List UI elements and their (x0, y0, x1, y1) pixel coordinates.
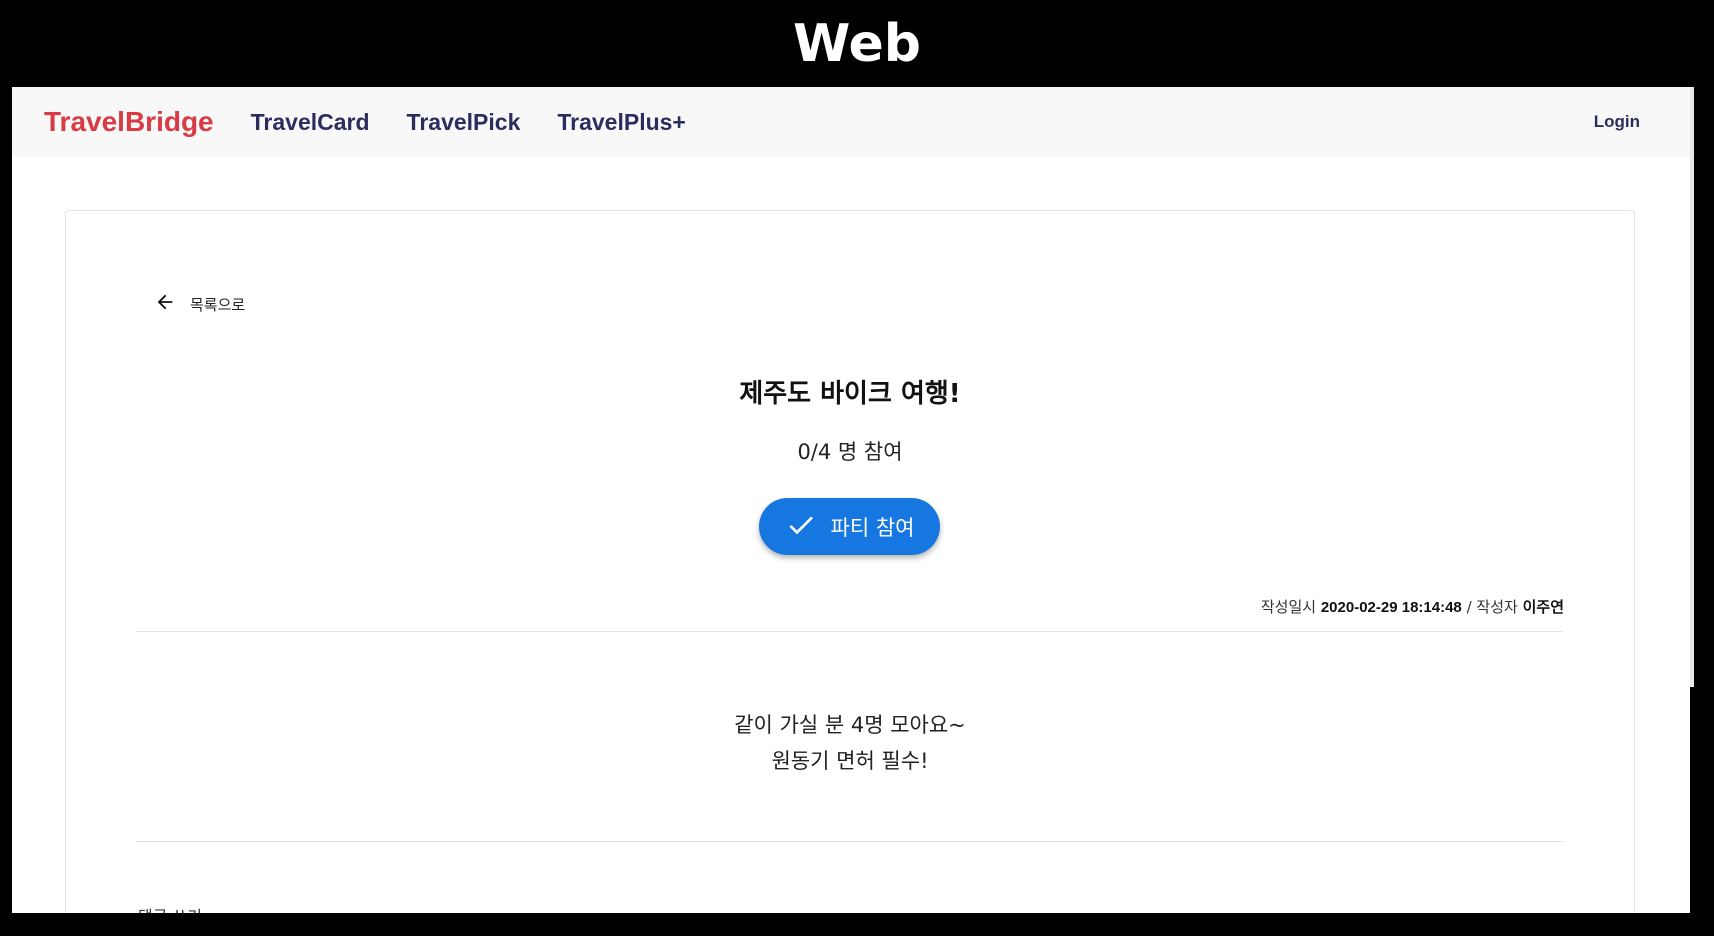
content-line: 원동기 면허 필수! (771, 749, 929, 773)
author-value: 이주연 (1522, 599, 1564, 616)
nav-link-travelpick[interactable]: TravelPick (407, 109, 521, 136)
meta-separator: / (1466, 598, 1472, 616)
post-content: 같이 가실 분 4명 모아요~ 원동기 면허 필수! (66, 707, 1634, 779)
web-banner-title: Web (793, 13, 921, 74)
back-to-list-button[interactable]: 목록으로 (154, 291, 245, 317)
check-icon (785, 509, 817, 545)
join-party-button[interactable]: 파티 참여 (759, 498, 940, 555)
divider-bottom (136, 841, 1563, 842)
back-label: 목록으로 (190, 295, 246, 314)
brand-logo[interactable]: TravelBridge (44, 106, 214, 138)
divider-top (136, 631, 1563, 632)
created-label: 작성일시 (1260, 598, 1317, 616)
post-card: 목록으로 제주도 바이크 여행! 0/4 명 참여 파티 참여 작성일시 202… (65, 210, 1635, 913)
navbar: TravelBridge TravelCard TravelPick Trave… (12, 87, 1690, 157)
nav-link-travelplus[interactable]: TravelPlus+ (557, 109, 686, 136)
browser-viewport: TravelBridge TravelCard TravelPick Trave… (12, 87, 1690, 913)
post-title: 제주도 바이크 여행! (739, 379, 961, 409)
scrollbar[interactable] (1690, 87, 1694, 687)
nav-link-travelcard[interactable]: TravelCard (251, 109, 370, 136)
login-link[interactable]: Login (1594, 87, 1640, 157)
join-party-label: 파티 참여 (830, 515, 915, 540)
arrow-left-icon (154, 291, 176, 317)
created-value: 2020-02-29 18:14:48 (1320, 599, 1462, 616)
author-label: 작성자 (1476, 598, 1518, 616)
post-meta: 작성일시 2020-02-29 18:14:48 / 작성자 이주연 (1261, 596, 1564, 617)
participant-count: 0/4 명 참여 (797, 440, 903, 464)
comment-write-label: 댓글 쓰기 (138, 903, 202, 913)
content-line: 같이 가실 분 4명 모아요~ (734, 713, 966, 737)
